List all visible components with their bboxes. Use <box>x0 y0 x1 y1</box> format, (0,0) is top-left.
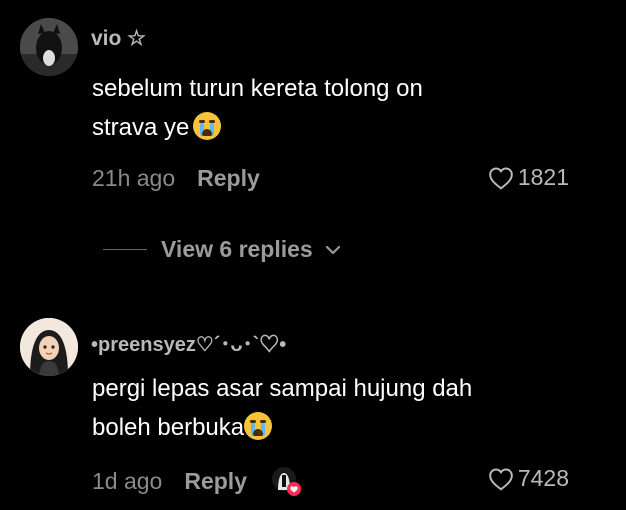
view-replies-button[interactable]: View 6 replies <box>103 236 341 263</box>
divider-line <box>103 249 147 250</box>
creator-liked-badge <box>271 466 302 496</box>
heart-badge-icon <box>287 482 302 496</box>
like-button[interactable]: 7428 <box>488 465 569 492</box>
comment-text: sebelum turun kereta tolong on strava ye <box>92 69 592 147</box>
timestamp: 21h ago <box>92 165 176 191</box>
cat-avatar-icon <box>20 18 78 76</box>
comment-text-line-2-text: boleh berbuka <box>92 414 245 441</box>
avatar[interactable] <box>20 318 78 376</box>
comment-text: pergi lepas asar sampai hujung dah boleh… <box>92 369 592 447</box>
comment-meta: 21h ago Reply <box>92 165 260 192</box>
heart-icon <box>489 467 513 491</box>
comment-text-line-2-text: strava ye <box>92 114 190 141</box>
like-count: 7428 <box>517 465 569 491</box>
comment-text-line-1: pergi lepas asar sampai hujung dah <box>92 375 473 402</box>
timestamp: 1d ago <box>92 468 163 494</box>
reply-button[interactable]: Reply <box>184 468 247 494</box>
crying-emoji-icon <box>193 112 222 140</box>
comment-text-line-1: sebelum turun kereta tolong on <box>92 75 423 102</box>
comment-meta: 1d ago Reply <box>92 466 302 496</box>
reply-button[interactable]: Reply <box>197 165 260 191</box>
comment-text-line-2: boleh berbuka <box>92 408 592 447</box>
username[interactable]: vio ☆ <box>91 26 146 51</box>
avatar[interactable] <box>20 18 78 76</box>
like-button[interactable]: 1821 <box>488 164 569 191</box>
username[interactable]: •preensyez♡´･ᴗ･`♡• <box>91 328 286 357</box>
view-replies-label: View 6 replies <box>161 236 313 262</box>
comment-text-line-2: strava ye <box>92 108 592 147</box>
heart-icon <box>489 166 513 190</box>
chevron-down-icon <box>325 245 340 254</box>
crying-emoji-icon <box>244 412 273 440</box>
hijab-girl-avatar-icon <box>20 318 78 376</box>
like-count: 1821 <box>517 164 569 190</box>
